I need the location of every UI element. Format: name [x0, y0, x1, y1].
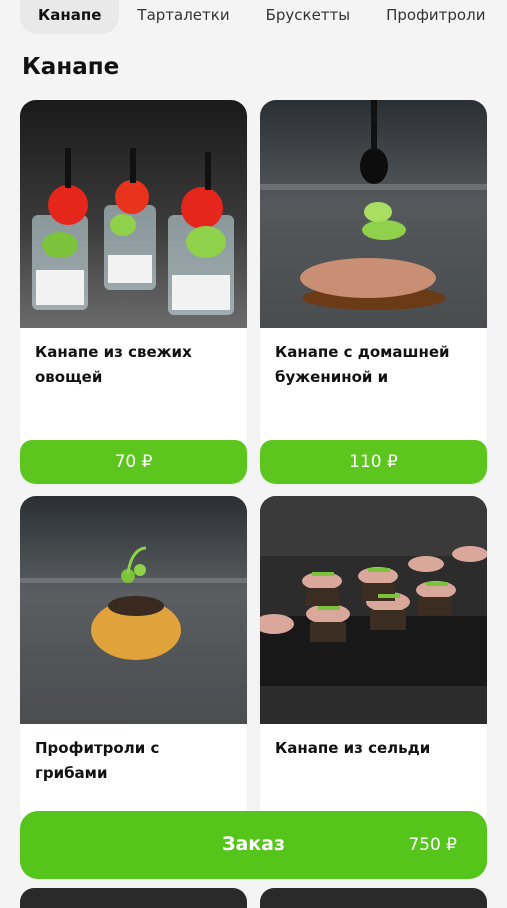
product-image-herring-canape: [260, 496, 487, 724]
add-to-cart-button[interactable]: 110 ₽: [260, 440, 487, 484]
product-image-vegetable-canape: [20, 100, 247, 328]
order-total: 750 ₽: [408, 835, 457, 855]
tab-profiteroles[interactable]: Профитроли: [368, 0, 503, 34]
product-name: Канапе с домашней бужениной и: [275, 343, 450, 386]
tab-tartlets[interactable]: Тарталетки: [119, 0, 247, 34]
tab-canape[interactable]: Канапе: [20, 0, 120, 34]
product-name: Канапе из сельди: [275, 739, 431, 757]
product-card[interactable]: Канапе с домашней бужениной и 110 ₽: [260, 100, 487, 484]
order-button[interactable]: Заказ 750 ₽: [20, 811, 487, 879]
product-card[interactable]: Профитроли с грибами: [20, 496, 247, 826]
tab-bruschetta[interactable]: Брускетты: [248, 0, 369, 34]
category-tabs: Канапе Тарталетки Брускетты Профитроли: [0, 0, 507, 34]
product-image-mushroom-profiterole: [20, 496, 247, 724]
product-name: Канапе из свежих овощей: [35, 343, 192, 386]
add-to-cart-button[interactable]: 70 ₽: [20, 440, 247, 484]
product-card[interactable]: Канапе из сельди: [260, 496, 487, 826]
section-title: Канапе: [22, 54, 120, 80]
product-card[interactable]: Канапе из свежих овощей 70 ₽: [20, 100, 247, 484]
product-name: Профитроли с грибами: [35, 739, 160, 782]
next-row-card-edge: [260, 888, 487, 908]
next-row-card-edge: [20, 888, 247, 908]
product-image-pork-canape: [260, 100, 487, 328]
